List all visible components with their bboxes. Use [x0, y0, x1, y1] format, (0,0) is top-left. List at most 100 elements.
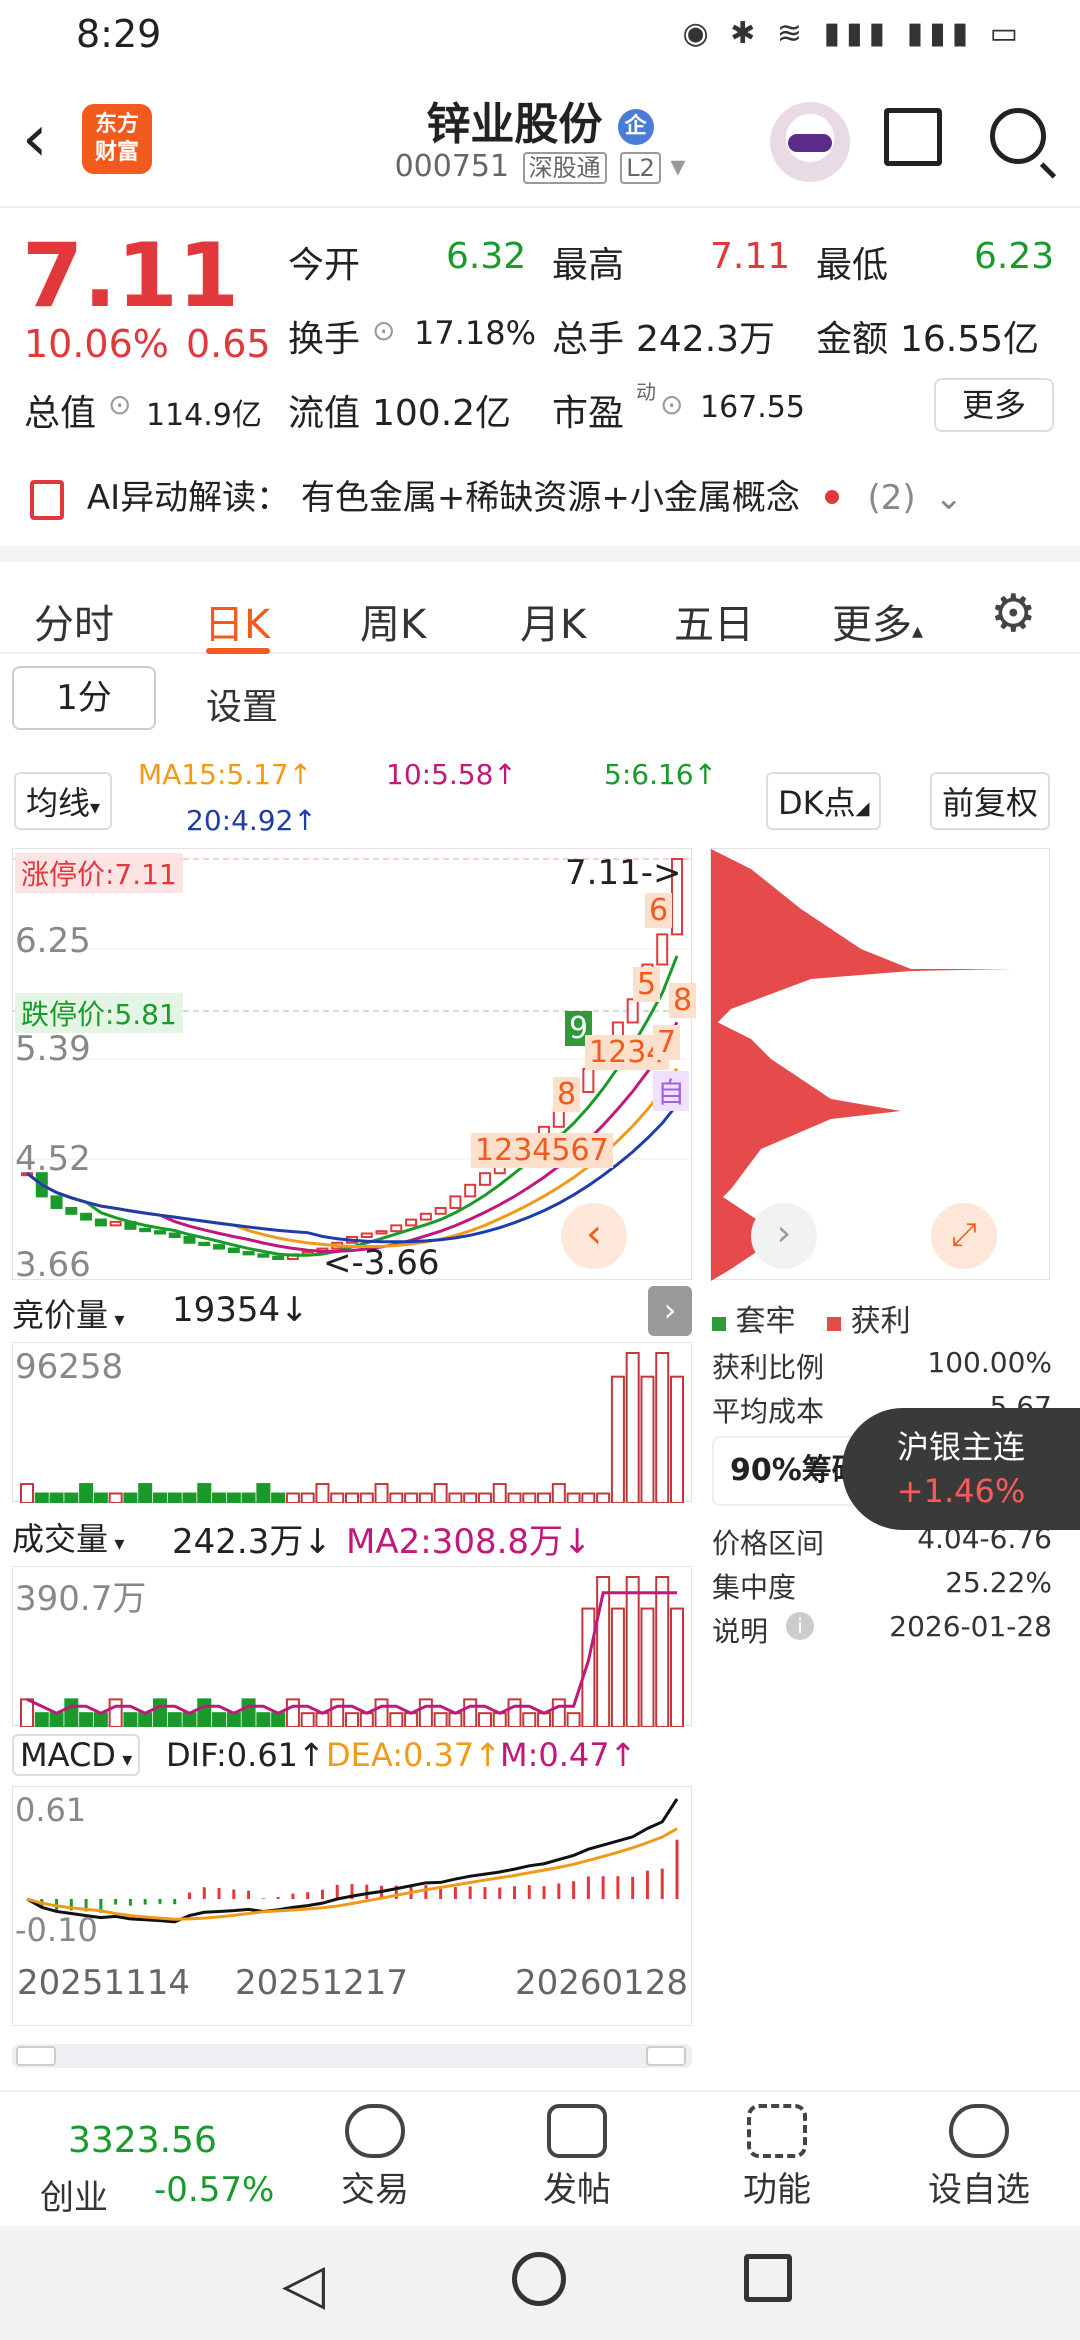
- count-label: 3: [627, 1035, 647, 1070]
- sequence-count-1-7: 1234567: [471, 1133, 613, 1168]
- ma-dropdown[interactable]: 均线▾: [14, 772, 113, 830]
- low-value: 6.23: [974, 236, 1055, 277]
- candle: [552, 1108, 565, 1128]
- system-recents-icon[interactable]: [744, 2254, 792, 2302]
- x-date-label: 20251217: [235, 1963, 409, 2003]
- count-label: 7: [653, 1025, 681, 1060]
- candle: [390, 1224, 403, 1233]
- adjust-button[interactable]: 前复权: [930, 772, 1051, 830]
- volume-chart: 390.7万: [12, 1566, 692, 1729]
- amount-value: 16.55亿: [900, 319, 1040, 360]
- volume-bar: [64, 1492, 79, 1505]
- chip-row-label: 说明: [712, 1615, 769, 1648]
- volume-bar: [537, 1712, 552, 1728]
- chip-row-label: 集中度: [712, 1571, 797, 1604]
- nav-functions[interactable]: 功能: [712, 2104, 842, 2211]
- dropdown-triangle-icon: ▾: [670, 149, 686, 184]
- tab-more[interactable]: 更多▴: [832, 592, 923, 650]
- change-percent: 10.06%: [24, 322, 169, 366]
- period-select[interactable]: 1分: [12, 666, 156, 730]
- info-icon[interactable]: ⊙: [108, 388, 131, 421]
- count-label: 5: [633, 967, 661, 1002]
- chip-profit-area: [711, 849, 1011, 1029]
- chip-distribution-chart: › ⤢: [710, 848, 1050, 1281]
- settings-button[interactable]: 设置: [206, 678, 278, 730]
- kline-chart[interactable]: 涨停价:7.11 跌停价:5.81 6.25 5.39 4.52 3.66 7.…: [12, 848, 697, 1285]
- ma15-value: MA15:5.17↑: [138, 758, 313, 791]
- dk-label: DK点: [778, 784, 856, 822]
- candle: [478, 1172, 491, 1186]
- candle: [80, 1212, 93, 1221]
- open-value: 6.32: [446, 236, 527, 277]
- more-button[interactable]: 更多: [934, 378, 1054, 432]
- y-label: 6.25: [15, 921, 91, 961]
- ai-insight-row[interactable]: AI异动解读： 有色金属+稀缺资源+小金属概念 (2) ⌄: [30, 470, 1060, 520]
- y-label: 5.39: [15, 1029, 91, 1069]
- high-value: 7.11: [710, 236, 791, 277]
- auction-dropdown[interactable]: 竞价量 ▾: [12, 1290, 125, 1336]
- scroll-handle-left[interactable]: [16, 2046, 56, 2066]
- info-icon[interactable]: ⊙: [660, 388, 683, 421]
- volume-bar: [374, 1698, 389, 1729]
- volume-bar: [20, 1483, 34, 1504]
- count-label: 8: [669, 983, 697, 1018]
- settings-gear-icon[interactable]: ⚙: [990, 584, 1037, 644]
- edit-icon: [547, 2104, 607, 2158]
- scroll-handle-right[interactable]: [646, 2046, 686, 2066]
- nav-add-watchlist[interactable]: 设自选: [914, 2104, 1044, 2211]
- range-scrollbar[interactable]: [12, 2044, 692, 2068]
- tab-weekly-k[interactable]: 周K: [360, 592, 426, 650]
- arrow-right-icon[interactable]: ›: [751, 1203, 817, 1269]
- index-name[interactable]: 创业: [40, 2170, 108, 2219]
- macd-y-bottom: -0.10: [15, 1911, 98, 1949]
- ma5-value: 5:6.16↑: [604, 758, 718, 791]
- nav-post[interactable]: 发帖: [512, 2104, 642, 2211]
- volume-bar: [507, 1698, 522, 1729]
- candle: [464, 1183, 477, 1198]
- l2-tag: L2: [620, 152, 661, 184]
- ma-dropdown-label: 均线: [26, 784, 91, 822]
- shenzhen-connect-tag: 深股通: [522, 152, 607, 184]
- candle: [153, 1230, 166, 1235]
- macd-dropdown[interactable]: MACD ▾: [12, 1734, 141, 1776]
- volume-bar: [300, 1712, 315, 1728]
- volume-bar: [610, 1607, 625, 1728]
- system-home-icon[interactable]: [512, 2252, 566, 2306]
- tab-five-day[interactable]: 五日: [674, 592, 754, 650]
- search-icon[interactable]: [990, 108, 1046, 164]
- system-back-icon[interactable]: ◁: [282, 2252, 325, 2317]
- macd-y-top: 0.61: [15, 1791, 87, 1829]
- index-pct[interactable]: -0.57%: [154, 2170, 274, 2210]
- limit-down-label: 跌停价:5.81: [15, 993, 183, 1033]
- nav-trade[interactable]: 交易: [310, 2104, 440, 2211]
- volume-bar: [522, 1492, 537, 1505]
- share-icon[interactable]: [884, 108, 942, 166]
- expand-icon[interactable]: ⤢: [931, 1203, 997, 1269]
- mktcap-label: 总值: [24, 393, 97, 434]
- candle: [50, 1195, 63, 1209]
- scroll-left-icon[interactable]: ‹: [561, 1203, 627, 1269]
- ai-text: 有色金属+稀缺资源+小金属概念: [300, 478, 800, 518]
- tab-monthly-k[interactable]: 月K: [520, 592, 586, 650]
- index-value[interactable]: 3323.56: [68, 2120, 217, 2161]
- volume-bar: [167, 1712, 182, 1728]
- stock-code: 000751: [394, 149, 510, 184]
- tab-intraday[interactable]: 分时: [34, 592, 114, 650]
- volume-bar: [271, 1492, 286, 1505]
- floating-quote-toast[interactable]: 沪银主连 +1.46%: [842, 1408, 1080, 1530]
- count-label: 4: [532, 1133, 552, 1168]
- volume-bar: [138, 1712, 153, 1728]
- volume-dropdown[interactable]: 成交量 ▾: [12, 1514, 125, 1560]
- dk-point-dropdown[interactable]: DK点◢: [766, 772, 882, 830]
- info-icon[interactable]: ⊙: [372, 314, 395, 347]
- candle: [242, 1251, 255, 1256]
- volume-bar: [359, 1492, 374, 1505]
- info-icon[interactable]: i: [786, 1612, 814, 1640]
- chevron-right-icon[interactable]: ›: [648, 1286, 692, 1336]
- nav-trade-label: 交易: [341, 2170, 409, 2210]
- volume-bar: [300, 1492, 315, 1505]
- ai-robot-avatar[interactable]: [770, 102, 850, 182]
- volume-bar: [418, 1492, 433, 1505]
- tab-daily-k[interactable]: 日K: [204, 592, 270, 650]
- volume-bar: [64, 1698, 79, 1729]
